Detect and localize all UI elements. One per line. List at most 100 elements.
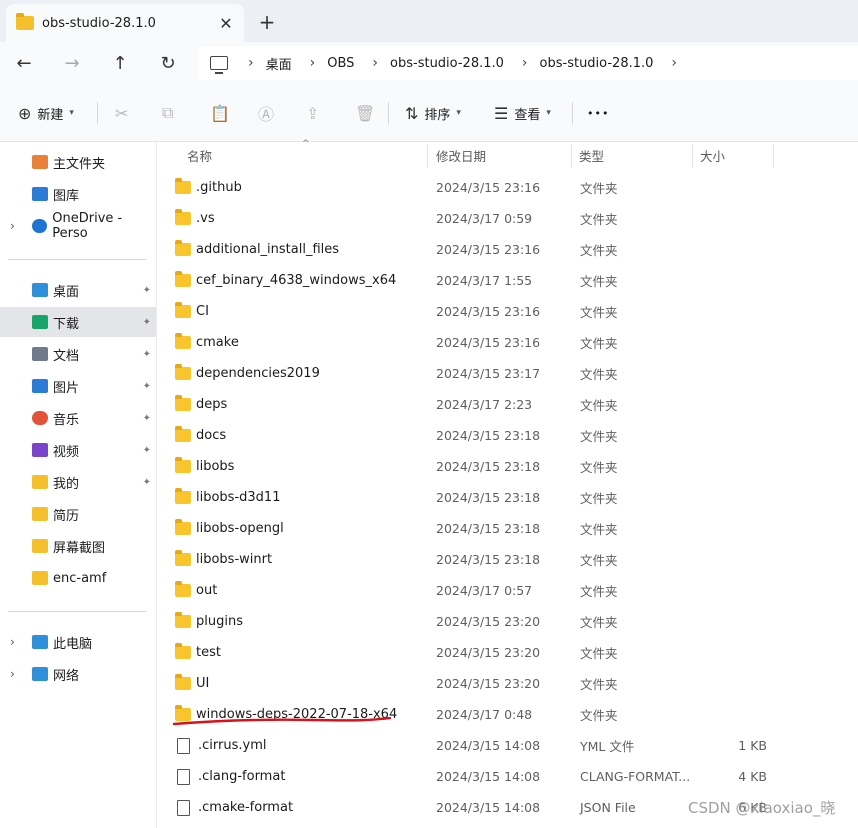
- new-button[interactable]: ⊕ 新建 ▾: [18, 98, 74, 128]
- file-name-cell[interactable]: UI: [175, 668, 209, 699]
- file-row[interactable]: .clang-format 2024/3/15 14:08 CLANG-FORMAT…: [157, 761, 858, 792]
- chevron-right-icon[interactable]: ›: [10, 635, 15, 649]
- file-row[interactable]: libobs 2024/3/15 23:18 文件夹: [157, 451, 858, 482]
- file-row[interactable]: cef_binary_4638_windows_x64 2024/3/17 1:5…: [157, 265, 858, 296]
- computer-icon[interactable]: [210, 56, 228, 74]
- file-name-cell[interactable]: plugins: [175, 606, 243, 637]
- chevron-right-icon[interactable]: ›: [248, 55, 254, 71]
- file-row[interactable]: additional_install_files 2024/3/15 23:16 文…: [157, 234, 858, 265]
- pin-icon[interactable]: ✦: [143, 317, 151, 328]
- breadcrumb-obs-studio-current[interactable]: obs-studio-28.1.0: [540, 56, 654, 71]
- file-name-cell[interactable]: out: [175, 575, 217, 606]
- pin-icon[interactable]: ✦: [143, 381, 151, 392]
- sidebar-item-enc-amf[interactable]: enc-amf: [0, 563, 157, 593]
- file-name-cell[interactable]: cmake: [175, 327, 239, 358]
- file-name-cell[interactable]: libobs-opengl: [175, 513, 284, 544]
- chevron-right-icon[interactable]: ›: [10, 667, 15, 681]
- sidebar-item-resume[interactable]: 简历: [0, 499, 157, 529]
- breadcrumb-obs[interactable]: OBS: [327, 56, 354, 71]
- file-name-cell[interactable]: dependencies2019: [175, 358, 320, 389]
- column-header-date[interactable]: 修改日期: [436, 142, 486, 168]
- file-name-cell[interactable]: docs: [175, 420, 226, 451]
- pin-icon[interactable]: ✦: [143, 285, 151, 296]
- view-button[interactable]: ☰ 查看 ▾: [494, 98, 551, 128]
- file-row[interactable]: CI 2024/3/15 23:16 文件夹: [157, 296, 858, 327]
- file-name-cell[interactable]: libobs-winrt: [175, 544, 272, 575]
- sort-button[interactable]: ⇅ 排序 ▾: [405, 98, 461, 128]
- back-button[interactable]: ←: [8, 48, 40, 78]
- sidebar-item-network[interactable]: › 网络: [0, 659, 157, 689]
- more-options-button[interactable]: •••: [587, 98, 609, 128]
- sidebar-item-this-pc[interactable]: › 此电脑: [0, 627, 157, 657]
- pin-icon[interactable]: ✦: [143, 349, 151, 360]
- column-divider[interactable]: [427, 144, 428, 168]
- breadcrumb-obs-studio[interactable]: obs-studio-28.1.0: [390, 56, 504, 71]
- pin-icon[interactable]: ✦: [143, 413, 151, 424]
- column-divider[interactable]: [692, 144, 693, 168]
- column-header-type[interactable]: 类型: [579, 142, 604, 168]
- file-row[interactable]: docs 2024/3/15 23:18 文件夹: [157, 420, 858, 451]
- file-name-cell[interactable]: .vs: [175, 203, 215, 234]
- sidebar-item-screenshots[interactable]: 屏幕截图: [0, 531, 157, 561]
- sidebar-item-desktop[interactable]: 桌面 ✦: [0, 275, 157, 305]
- file-row[interactable]: deps 2024/3/17 2:23 文件夹: [157, 389, 858, 420]
- file-name-cell[interactable]: .clang-format: [175, 761, 285, 792]
- chevron-right-icon[interactable]: ›: [372, 55, 378, 71]
- sidebar-item-videos[interactable]: 视频 ✦: [0, 435, 157, 465]
- file-row[interactable]: cmake 2024/3/15 23:16 文件夹: [157, 327, 858, 358]
- close-icon[interactable]: ✕: [212, 9, 240, 37]
- delete-button[interactable]: 🗑: [355, 98, 381, 128]
- file-name-cell[interactable]: libobs: [175, 451, 234, 482]
- breadcrumb-desktop[interactable]: 桌面: [266, 54, 292, 73]
- file-name-cell[interactable]: .cmake-format: [175, 792, 293, 823]
- file-row[interactable]: UI 2024/3/15 23:20 文件夹: [157, 668, 858, 699]
- file-row[interactable]: plugins 2024/3/15 23:20 文件夹: [157, 606, 858, 637]
- chevron-right-icon[interactable]: ›: [310, 55, 316, 71]
- file-row[interactable]: test 2024/3/15 23:20 文件夹: [157, 637, 858, 668]
- file-name-cell[interactable]: deps: [175, 389, 227, 420]
- column-divider[interactable]: [773, 144, 774, 168]
- chevron-right-icon[interactable]: ›: [522, 55, 528, 71]
- sidebar-item-pictures[interactable]: 图片 ✦: [0, 371, 157, 401]
- chevron-right-icon[interactable]: ›: [10, 219, 15, 233]
- sidebar-item-music[interactable]: 音乐 ✦: [0, 403, 157, 433]
- file-name-cell[interactable]: CI: [175, 296, 209, 327]
- file-row[interactable]: dependencies2019 2024/3/15 23:17 文件夹: [157, 358, 858, 389]
- tab-obs-studio[interactable]: obs-studio-28.1.0 ✕: [6, 4, 244, 42]
- file-name-cell[interactable]: test: [175, 637, 221, 668]
- up-button[interactable]: ↑: [104, 48, 136, 78]
- file-name-cell[interactable]: additional_install_files: [175, 234, 339, 265]
- rename-button[interactable]: Ⓐ: [258, 98, 280, 128]
- column-header-size[interactable]: 大小: [700, 142, 725, 168]
- file-row[interactable]: libobs-opengl 2024/3/15 23:18 文件夹: [157, 513, 858, 544]
- pin-icon[interactable]: ✦: [143, 477, 151, 488]
- pin-icon[interactable]: ✦: [143, 445, 151, 456]
- file-row[interactable]: .github 2024/3/15 23:16 文件夹: [157, 172, 858, 203]
- cut-button[interactable]: ✂: [115, 98, 134, 128]
- sidebar-item-onedrive[interactable]: › OneDrive - Perso: [0, 211, 157, 241]
- file-row[interactable]: .vs 2024/3/17 0:59 文件夹: [157, 203, 858, 234]
- sidebar-item-mine[interactable]: 我的 ✦: [0, 467, 157, 497]
- refresh-button[interactable]: ↻: [152, 48, 184, 78]
- file-row[interactable]: .cirrus.yml 2024/3/15 14:08 YML 文件 1 KB: [157, 730, 858, 761]
- sidebar-item-downloads[interactable]: 下载 ✦: [0, 307, 157, 337]
- sidebar-item-documents[interactable]: 文档 ✦: [0, 339, 157, 369]
- forward-button[interactable]: →: [56, 48, 88, 78]
- file-name-cell[interactable]: .github: [175, 172, 242, 203]
- file-row[interactable]: libobs-winrt 2024/3/15 23:18 文件夹: [157, 544, 858, 575]
- sidebar-item-home[interactable]: 主文件夹: [0, 147, 157, 177]
- file-row[interactable]: out 2024/3/17 0:57 文件夹: [157, 575, 858, 606]
- chevron-right-icon[interactable]: ›: [671, 55, 677, 71]
- new-tab-button[interactable]: +: [252, 8, 282, 36]
- sidebar-item-gallery[interactable]: 图库: [0, 179, 157, 209]
- file-name-cell[interactable]: .cirrus.yml: [175, 730, 266, 761]
- paste-button[interactable]: 📋: [210, 98, 236, 128]
- file-row[interactable]: libobs-d3d11 2024/3/15 23:18 文件夹: [157, 482, 858, 513]
- column-header-name[interactable]: 名称: [187, 142, 212, 168]
- file-name-cell[interactable]: cef_binary_4638_windows_x64: [175, 265, 396, 296]
- file-name-cell[interactable]: libobs-d3d11: [175, 482, 280, 513]
- share-button[interactable]: ⇪: [306, 98, 325, 128]
- copy-button[interactable]: ⧉: [162, 98, 179, 128]
- address-bar[interactable]: › 桌面 › OBS › obs-studio-28.1.0 › obs-stu…: [198, 46, 858, 80]
- column-divider[interactable]: [571, 144, 572, 168]
